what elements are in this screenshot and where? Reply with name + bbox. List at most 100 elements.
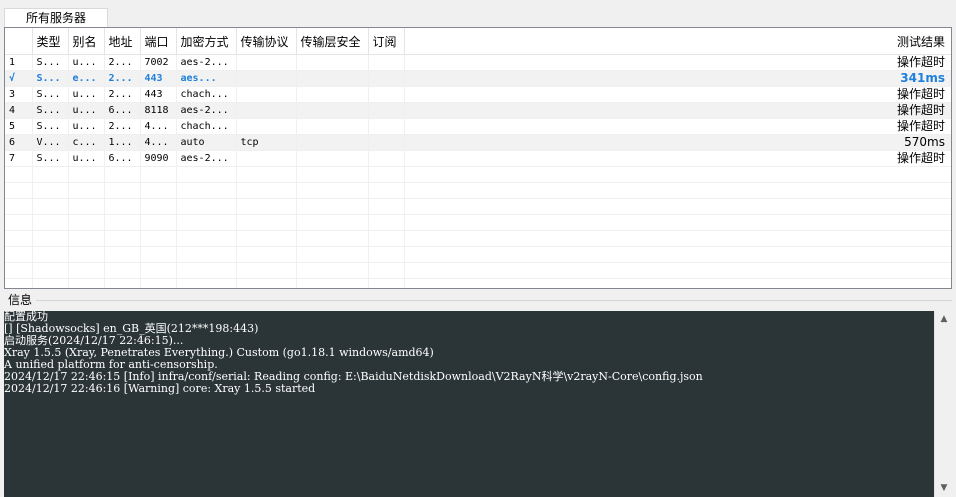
row-security: aes-2... (176, 102, 237, 119)
empty-cell (104, 246, 141, 263)
empty-cell (368, 182, 405, 199)
row-tls (296, 54, 369, 71)
empty-cell (176, 182, 237, 199)
empty-cell (104, 262, 141, 279)
column-header-network[interactable]: 传输协议 (236, 28, 297, 55)
empty-cell (140, 246, 177, 263)
row-type: S... (32, 70, 69, 87)
row-port: 7002 (140, 54, 177, 71)
row-alias: u... (68, 150, 105, 167)
column-header-type[interactable]: 类型 (32, 28, 69, 55)
empty-cell (404, 246, 951, 263)
row-index: 7 (5, 150, 33, 167)
table-row[interactable]: 6 V... c... 1... 4... auto tcp 570ms (5, 134, 951, 151)
empty-cell (176, 262, 237, 279)
empty-cell (404, 198, 951, 215)
empty-cell (68, 182, 105, 199)
empty-cell (296, 246, 369, 263)
column-header-subscription[interactable]: 订阅 (368, 28, 405, 55)
empty-cell (104, 278, 141, 288)
table-row[interactable]: 7 S... u... 6... 9090 aes-2... 操作超时 (5, 150, 951, 167)
empty-cell (68, 214, 105, 231)
row-subscription (368, 86, 405, 103)
log-line: 2024/12/17 22:46:16 [Warning] core: Xray… (4, 382, 316, 395)
row-subscription (368, 70, 405, 87)
log-console[interactable]: 配置成功 [] [Shadowsocks] en_GB_英国(212***198… (4, 311, 934, 497)
row-type: S... (32, 118, 69, 135)
scroll-thumb[interactable] (937, 329, 950, 479)
empty-cell (32, 166, 69, 183)
empty-cell (5, 230, 33, 247)
table-row[interactable]: 4 S... u... 6... 8118 aes-2... 操作超时 (5, 102, 951, 119)
row-security: chach... (176, 86, 237, 103)
empty-cell (236, 246, 297, 263)
row-port: 4... (140, 118, 177, 135)
row-network (236, 150, 297, 167)
empty-cell (68, 278, 105, 288)
empty-cell (296, 166, 369, 183)
empty-cell (140, 214, 177, 231)
row-tls (296, 70, 369, 87)
row-port: 9090 (140, 150, 177, 167)
scroll-up-icon[interactable]: ▲ (935, 311, 953, 328)
table-row[interactable]: 5 S... u... 2... 4... chach... 操作超时 (5, 118, 951, 135)
column-header-tls[interactable]: 传输层安全 (296, 28, 369, 55)
empty-cell (296, 182, 369, 199)
empty-cell (368, 214, 405, 231)
log-scrollbar[interactable]: ▲ ▼ (934, 311, 953, 497)
table-row[interactable]: √ S... e... 2... 443 aes... 341ms (5, 70, 951, 87)
empty-cell (104, 214, 141, 231)
table-row[interactable]: 1 S... u... 2... 7002 aes-2... 操作超时 (5, 54, 951, 71)
tab-all-servers[interactable]: 所有服务器 (4, 8, 108, 27)
row-test-result: 341ms (404, 70, 951, 87)
row-security: aes... (176, 70, 237, 87)
empty-row (5, 262, 951, 279)
row-type: S... (32, 86, 69, 103)
scroll-down-icon[interactable]: ▼ (935, 480, 953, 497)
empty-cell (176, 278, 237, 288)
empty-cell (368, 230, 405, 247)
row-alias: c... (68, 134, 105, 151)
empty-cell (368, 246, 405, 263)
row-test-result: 操作超时 (404, 54, 951, 71)
empty-cell (236, 262, 297, 279)
empty-cell (32, 214, 69, 231)
row-alias: u... (68, 118, 105, 135)
empty-row (5, 214, 951, 231)
row-test-result: 操作超时 (404, 150, 951, 167)
row-index: 6 (5, 134, 33, 151)
column-header-address[interactable]: 地址 (104, 28, 141, 55)
row-tls (296, 134, 369, 151)
row-subscription (368, 54, 405, 71)
empty-cell (32, 278, 69, 288)
row-port: 8118 (140, 102, 177, 119)
empty-cell (5, 278, 33, 288)
info-group-label: 信息 (8, 292, 37, 308)
empty-cell (296, 230, 369, 247)
column-header-security[interactable]: 加密方式 (176, 28, 237, 55)
row-index: 4 (5, 102, 33, 119)
row-security: auto (176, 134, 237, 151)
empty-cell (140, 166, 177, 183)
column-header-port[interactable]: 端口 (140, 28, 177, 55)
row-alias: u... (68, 102, 105, 119)
server-list[interactable]: 类型 别名 地址 端口 加密方式 传输协议 传输层安全 订阅 测试结果 1 S..… (4, 27, 952, 289)
row-subscription (368, 118, 405, 135)
row-network (236, 118, 297, 135)
tab-strip: 所有服务器 (0, 0, 956, 27)
empty-cell (5, 182, 33, 199)
column-header-test-result[interactable]: 测试结果 (404, 28, 951, 55)
table-row[interactable]: 3 S... u... 2... 443 chach... 操作超时 (5, 86, 951, 103)
row-address: 6... (104, 150, 141, 167)
column-header-index[interactable] (5, 28, 33, 55)
row-tls (296, 86, 369, 103)
empty-cell (104, 198, 141, 215)
row-tls (296, 118, 369, 135)
empty-row (5, 198, 951, 215)
row-address: 2... (104, 118, 141, 135)
row-port: 443 (140, 70, 177, 87)
empty-cell (32, 198, 69, 215)
empty-row (5, 278, 951, 288)
column-header-alias[interactable]: 别名 (68, 28, 105, 55)
empty-cell (32, 246, 69, 263)
